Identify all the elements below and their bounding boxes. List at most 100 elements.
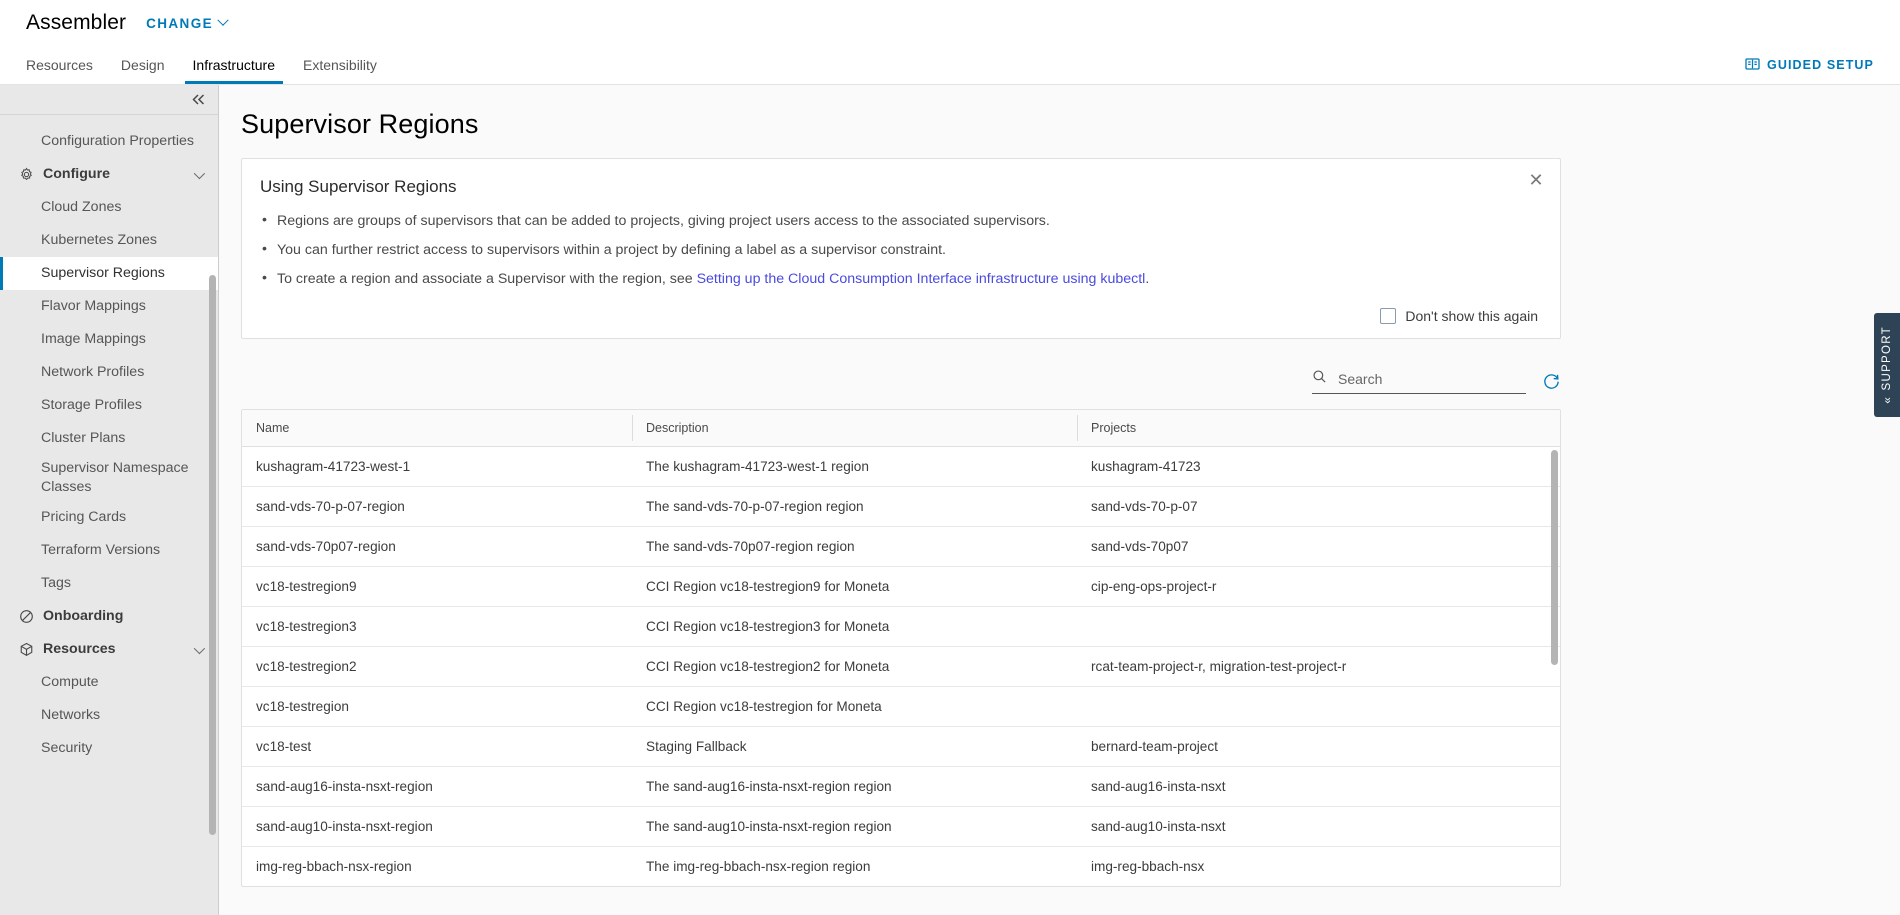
- sidebar-item-flavor-mappings[interactable]: Flavor Mappings: [0, 290, 218, 323]
- cube-icon: [18, 642, 34, 658]
- tab-extensibility[interactable]: Extensibility: [289, 46, 391, 84]
- sidebar-item-networks[interactable]: Networks: [0, 699, 218, 732]
- region-name-cell: vc18-testregion2: [242, 646, 632, 687]
- table-row[interactable]: sand-aug10-insta-nsxt-region The sand-aug…: [242, 806, 1560, 847]
- guided-setup-button[interactable]: GUIDED SETUP: [1745, 46, 1874, 84]
- column-header-projects[interactable]: Projects: [1077, 410, 1560, 447]
- table-row[interactable]: vc18-test Staging Fallback bernard-team-pr…: [242, 726, 1560, 767]
- search-box[interactable]: [1312, 369, 1526, 394]
- table-body: kushagram-41723-west-1 The kushagram-4172…: [242, 446, 1560, 886]
- sidebar-group-configure[interactable]: Configure: [0, 158, 218, 191]
- sidebar-item-network-profiles[interactable]: Network Profiles: [0, 356, 218, 389]
- info-bullet-1: Regions are groups of supervisors that c…: [260, 209, 1538, 232]
- kubectl-docs-link[interactable]: Setting up the Cloud Consumption Interfa…: [697, 271, 1146, 287]
- page-title: Supervisor Regions: [241, 109, 479, 139]
- sidebar-item-label: Tags: [41, 575, 71, 592]
- support-tab[interactable]: SUPPORT «: [1874, 313, 1900, 417]
- region-description-cell: The kushagram-41723-west-1 region: [632, 446, 1077, 487]
- guided-setup-label: GUIDED SETUP: [1767, 58, 1874, 72]
- sidebar-item-label: Flavor Mappings: [41, 297, 146, 314]
- tab-design[interactable]: Design: [107, 46, 179, 84]
- sidebar-group-resources[interactable]: Resources: [0, 633, 218, 666]
- region-projects-cell: sand-vds-70p07: [1077, 526, 1560, 567]
- tab-label: Extensibility: [303, 57, 377, 73]
- info-card: ✕ Using Supervisor Regions Regions are g…: [241, 158, 1561, 339]
- column-header-name[interactable]: Name: [242, 410, 632, 447]
- region-name-cell: sand-aug10-insta-nsxt-region: [242, 806, 632, 847]
- table-row[interactable]: vc18-testregion9 CCI Region vc18-testregi…: [242, 566, 1560, 607]
- table-toolbar: [241, 365, 1561, 397]
- region-name-cell: img-reg-bbach-nsx-region: [242, 846, 632, 886]
- sidebar-item-label: Configuration Properties: [41, 132, 194, 149]
- book-icon: [1745, 57, 1760, 74]
- sidebar-item-storage-profiles[interactable]: Storage Profiles: [0, 389, 218, 422]
- region-name-cell: vc18-testregion3: [242, 606, 632, 647]
- table-row[interactable]: kushagram-41723-west-1 The kushagram-4172…: [242, 446, 1560, 487]
- table-row[interactable]: vc18-testregion2 CCI Region vc18-testregi…: [242, 646, 1560, 687]
- dont-show-again-checkbox[interactable]: [1380, 308, 1397, 324]
- sidebar-item-label: Security: [41, 740, 93, 757]
- info-card-bullet-list: Regions are groups of supervisors that c…: [260, 209, 1538, 290]
- region-description-cell: The sand-vds-70p07-region region: [632, 526, 1077, 567]
- sidebar-item-cloud-zones[interactable]: Cloud Zones: [0, 191, 218, 224]
- sidebar-item-label: Supervisor Namespace Classes: [41, 460, 189, 496]
- dont-show-again-row: Don't show this again: [260, 308, 1538, 324]
- sidebar-item-terraform-versions[interactable]: Terraform Versions: [0, 534, 218, 567]
- sidebar-item-security[interactable]: Security: [0, 732, 218, 765]
- sidebar-item-configuration-properties[interactable]: Configuration Properties: [0, 125, 218, 158]
- sidebar-group-label: Onboarding: [43, 608, 124, 625]
- region-name-cell: sand-aug16-insta-nsxt-region: [242, 766, 632, 807]
- sidebar-collapse-button[interactable]: [0, 85, 218, 115]
- sidebar-group-label: Configure: [43, 165, 110, 182]
- region-projects-cell: [1077, 686, 1560, 727]
- no-entry-icon: [18, 609, 34, 625]
- tab-resources[interactable]: Resources: [26, 46, 107, 84]
- chevron-double-left-icon: «: [1880, 397, 1894, 405]
- change-label: CHANGE: [146, 15, 214, 31]
- close-icon[interactable]: ✕: [1526, 171, 1546, 191]
- sidebar-item-tags[interactable]: Tags: [0, 567, 218, 600]
- change-service-button[interactable]: CHANGE: [146, 14, 229, 31]
- info-bullet-text: To create a region and associate a Super…: [277, 271, 697, 287]
- region-projects-cell: [1077, 606, 1560, 647]
- sidebar-item-cluster-plans[interactable]: Cluster Plans: [0, 422, 218, 455]
- table-row[interactable]: sand-vds-70-p-07-region The sand-vds-70-p…: [242, 486, 1560, 527]
- support-label: SUPPORT: [1881, 325, 1893, 391]
- gear-icon: [18, 167, 34, 183]
- sidebar-item-label: Storage Profiles: [41, 396, 142, 413]
- table-row[interactable]: img-reg-bbach-nsx-region The img-reg-bbac…: [242, 846, 1560, 886]
- region-description-cell: The img-reg-bbach-nsx-region region: [632, 846, 1077, 886]
- region-name-cell: vc18-testregion: [242, 686, 632, 727]
- info-bullet-3: To create a region and associate a Super…: [260, 267, 1538, 290]
- tab-infrastructure[interactable]: Infrastructure: [179, 46, 289, 84]
- app-title: Assembler: [26, 11, 127, 34]
- sidebar-group-onboarding[interactable]: Onboarding: [0, 600, 218, 633]
- sidebar-item-image-mappings[interactable]: Image Mappings: [0, 323, 218, 356]
- region-description-cell: CCI Region vc18-testregion2 for Moneta: [632, 646, 1077, 687]
- sidebar-item-supervisor-regions[interactable]: Supervisor Regions: [0, 257, 218, 290]
- region-projects-cell: rcat-team-project-r, migration-test-proj…: [1077, 646, 1560, 687]
- sidebar-item-compute[interactable]: Compute: [0, 666, 218, 699]
- region-name-cell: vc18-testregion9: [242, 566, 632, 607]
- primary-nav: Resources Design Infrastructure Extensib…: [0, 46, 1900, 85]
- sidebar-item-pricing-cards[interactable]: Pricing Cards: [0, 501, 218, 534]
- chevron-down-icon: [193, 167, 206, 179]
- column-header-description[interactable]: Description: [632, 410, 1077, 447]
- table-scrollbar[interactable]: [1551, 450, 1558, 665]
- table-row[interactable]: sand-vds-70p07-region The sand-vds-70p07-…: [242, 526, 1560, 567]
- sidebar-item-kubernetes-zones[interactable]: Kubernetes Zones: [0, 224, 218, 257]
- table-row[interactable]: vc18-testregion CCI Region vc18-testregio…: [242, 686, 1560, 727]
- page-body: Configuration Properties Configure Cloud…: [0, 85, 1900, 915]
- refresh-button[interactable]: [1542, 372, 1561, 391]
- region-description-cell: CCI Region vc18-testregion3 for Moneta: [632, 606, 1077, 647]
- sidebar-scrollbar[interactable]: [209, 275, 216, 835]
- region-projects-cell: cip-eng-ops-project-r: [1077, 566, 1560, 607]
- sidebar-item-supervisor-namespace-classes[interactable]: Supervisor Namespace Classes: [0, 455, 218, 501]
- table-row[interactable]: vc18-testregion3 CCI Region vc18-testregi…: [242, 606, 1560, 647]
- table-head: Name Description Projects: [242, 410, 1560, 447]
- search-input[interactable]: [1336, 369, 1526, 388]
- region-description-cell: The sand-aug16-insta-nsxt-region region: [632, 766, 1077, 807]
- table-row[interactable]: sand-aug16-insta-nsxt-region The sand-aug…: [242, 766, 1560, 807]
- dont-show-again-label: Don't show this again: [1405, 308, 1538, 324]
- sidebar-item-label: Supervisor Regions: [41, 264, 165, 281]
